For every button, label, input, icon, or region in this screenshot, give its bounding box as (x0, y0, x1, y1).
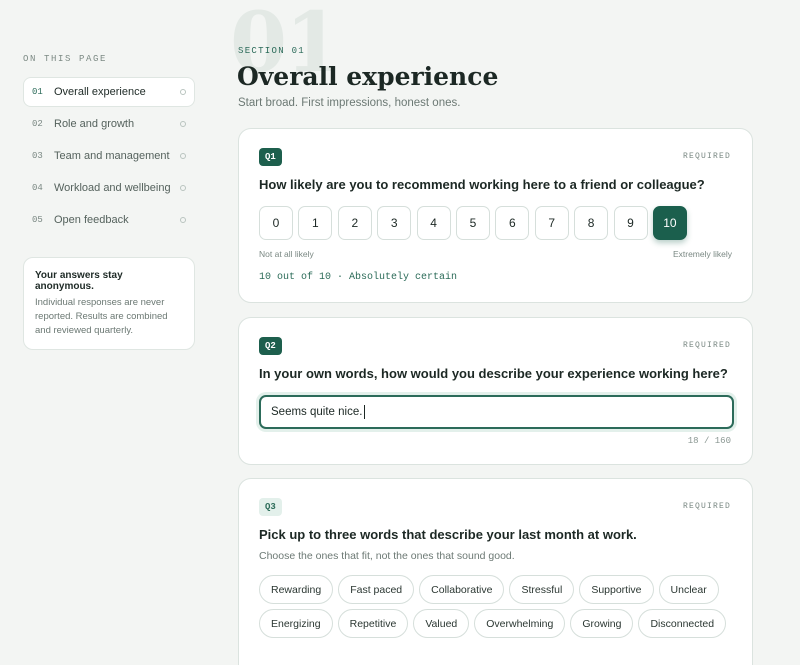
sidebar-item-label: Team and management (54, 150, 170, 162)
question-text: Pick up to three words that describe you… (259, 527, 637, 542)
progress-dot-icon (180, 89, 186, 95)
chip-unclear[interactable]: Unclear (658, 575, 719, 604)
chip-valued[interactable]: Valued (413, 609, 470, 638)
sidebar-item-overall-experience[interactable]: 01 Overall experience (23, 77, 195, 107)
question-badge: Q3 (259, 498, 282, 516)
sidebar-item-role-and-growth[interactable]: 02 Role and growth (23, 109, 195, 139)
rating-scale: 0 1 2 3 4 5 6 7 8 9 10 (259, 206, 692, 240)
sidebar-item-number: 02 (32, 119, 43, 129)
required-label: REQUIRED (682, 152, 731, 161)
question-card-q1: Q1 REQUIRED How likely are you to recomm… (238, 128, 753, 303)
rating-option-3[interactable]: 3 (377, 206, 412, 240)
chip-energizing[interactable]: Energizing (259, 609, 333, 638)
sidebar-item-number: 04 (32, 183, 43, 193)
progress-dot-icon (180, 217, 186, 223)
rating-option-8[interactable]: 8 (574, 206, 609, 240)
progress-dot-icon (180, 185, 186, 191)
rating-option-0[interactable]: 0 (259, 206, 293, 240)
chip-collaborative[interactable]: Collaborative (419, 575, 505, 604)
rating-option-9[interactable]: 9 (613, 206, 648, 240)
scale-low-label: Not at all likely (259, 249, 314, 259)
text-caret (364, 405, 366, 419)
anonymity-notice: Your answers stay anonymous. Individual … (23, 257, 195, 350)
page-title: Overall experience (237, 62, 499, 91)
chip-overwhelming[interactable]: Overwhelming (474, 609, 566, 638)
rating-option-4[interactable]: 4 (416, 206, 451, 240)
sidebar: ON THIS PAGE 01 Overall experience 02 Ro… (23, 54, 195, 350)
sidebar-item-label: Workload and wellbeing (54, 182, 171, 194)
required-label: REQUIRED (682, 502, 731, 511)
rating-option-6[interactable]: 6 (495, 206, 530, 240)
progress-dot-icon (180, 121, 186, 127)
question-card-q3: Q3 REQUIRED Pick up to three words that … (238, 478, 753, 665)
input-value: Seems quite nice. (271, 406, 363, 418)
anonymity-title: Your answers stay anonymous. (35, 270, 123, 292)
rating-option-10[interactable]: 10 (652, 206, 687, 240)
section-nav: 01 Overall experience 02 Role and growth… (23, 77, 195, 235)
question-badge: Q2 (259, 337, 282, 355)
character-count: 18 / 160 (687, 436, 731, 446)
question-badge: Q1 (259, 148, 282, 166)
chip-rewarding[interactable]: Rewarding (259, 575, 334, 604)
progress-dot-icon (180, 153, 186, 159)
sidebar-item-open-feedback[interactable]: 05 Open feedback (23, 205, 195, 235)
rating-option-7[interactable]: 7 (534, 206, 569, 240)
experience-text-input[interactable]: Seems quite nice. (259, 395, 734, 429)
chip-disconnected[interactable]: Disconnected (638, 609, 727, 638)
sidebar-item-team-and-management[interactable]: 03 Team and management (23, 141, 195, 171)
sidebar-item-label: Role and growth (54, 118, 135, 130)
scale-high-label: Extremely likely (672, 249, 732, 259)
question-text: How likely are you to recommend working … (259, 177, 705, 192)
chip-fast-paced[interactable]: Fast paced (338, 575, 415, 604)
question-card-q2: Q2 REQUIRED In your own words, how would… (238, 317, 753, 465)
sidebar-item-label: Overall experience (54, 86, 146, 98)
sidebar-heading: ON THIS PAGE (23, 54, 108, 64)
sidebar-item-number: 01 (32, 87, 43, 97)
question-text: In your own words, how would you describ… (259, 366, 728, 381)
rating-option-2[interactable]: 2 (337, 206, 372, 240)
rating-option-1[interactable]: 1 (298, 206, 333, 240)
rating-result: 10 out of 10 · Absolutely certain (259, 272, 458, 283)
question-subtext: Choose the ones that fit, not the ones t… (259, 550, 515, 562)
chip-supportive[interactable]: Supportive (579, 575, 654, 604)
chip-repetitive[interactable]: Repetitive (337, 609, 409, 638)
rating-option-5[interactable]: 5 (455, 206, 490, 240)
sidebar-item-number: 03 (32, 151, 43, 161)
anonymity-body: Individual responses are never reported.… (35, 297, 168, 336)
chip-stressful[interactable]: Stressful (509, 575, 575, 604)
chip-growing[interactable]: Growing (570, 609, 634, 638)
sidebar-item-label: Open feedback (54, 214, 129, 226)
section-label: SECTION 01 (238, 46, 306, 56)
page-subtitle: Start broad. First impressions, honest o… (238, 97, 461, 109)
sidebar-item-number: 05 (32, 215, 43, 225)
sidebar-item-workload-and-wellbeing[interactable]: 04 Workload and wellbeing (23, 173, 195, 203)
word-chips: Rewarding Fast paced Collaborative Stres… (259, 575, 739, 643)
required-label: REQUIRED (682, 341, 731, 350)
